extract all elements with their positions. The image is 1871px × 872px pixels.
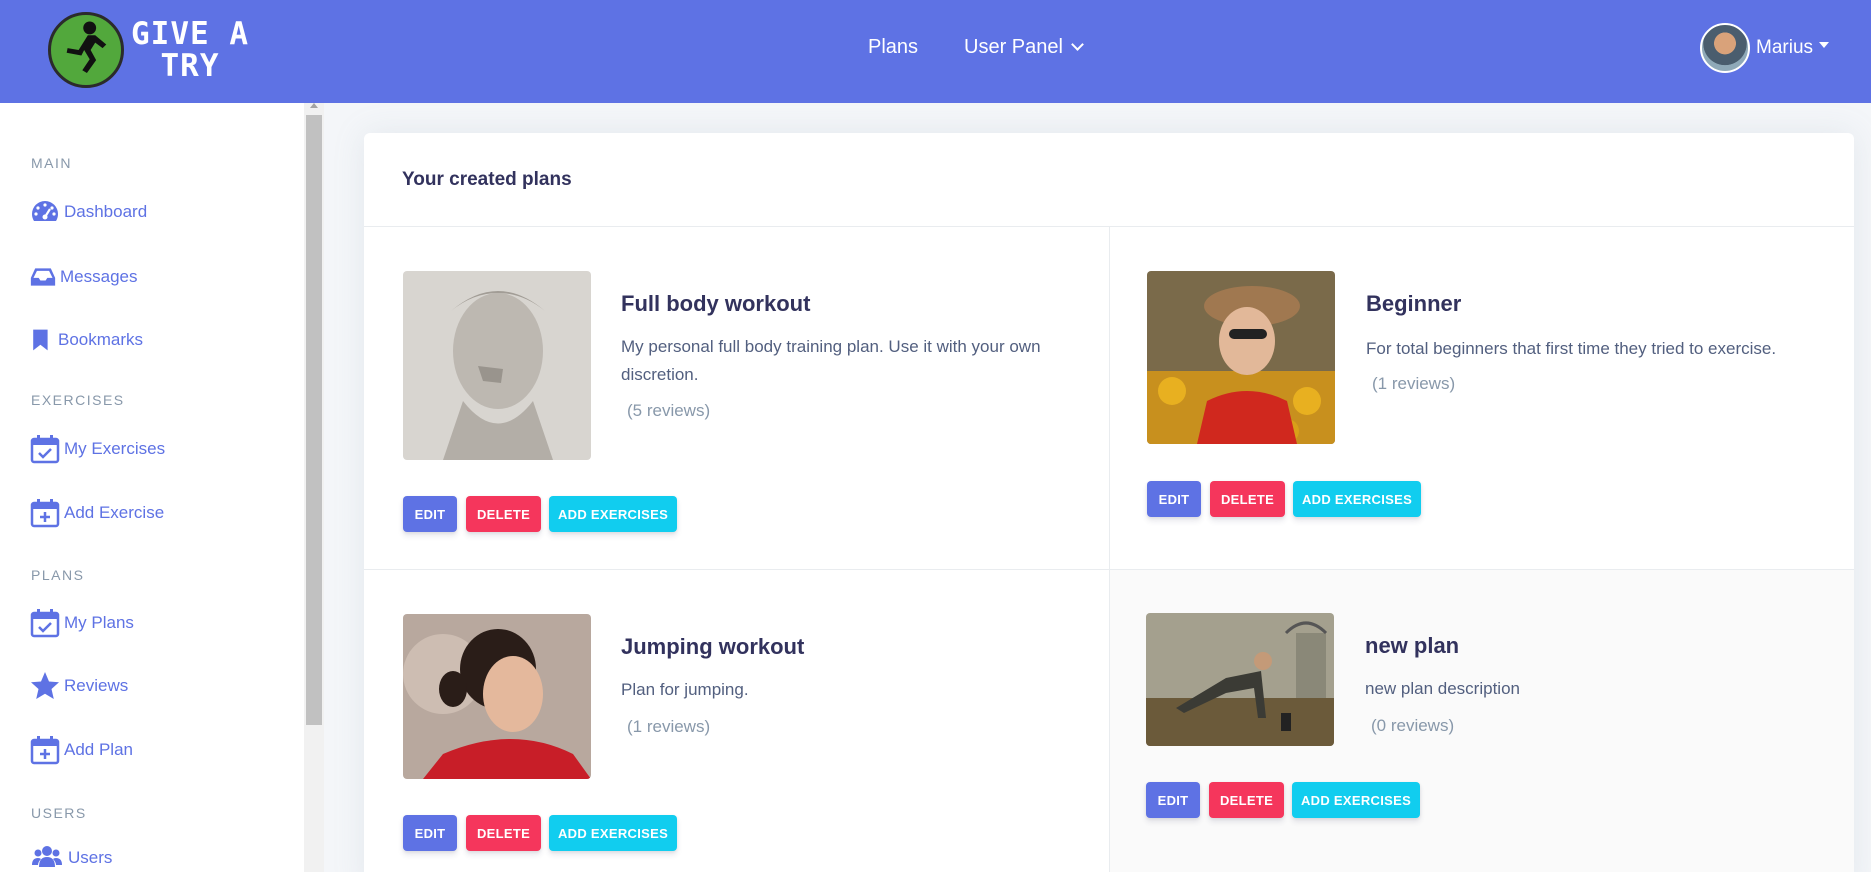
- sidebar-item-label: Dashboard: [64, 202, 148, 221]
- column-divider: [1109, 227, 1110, 872]
- plan-reviews-count: (1 reviews): [627, 717, 711, 736]
- sidebar-item-my-plans[interactable]: My Plans: [30, 608, 134, 638]
- sidebar-item-messages[interactable]: Messages: [30, 262, 137, 292]
- plan-title[interactable]: Full body workout: [621, 291, 810, 317]
- plan-image-woman-sunflowers[interactable]: [1147, 271, 1335, 444]
- add-exercises-button[interactable]: ADD EXERCISES: [1292, 782, 1420, 818]
- avatar: [1700, 23, 1750, 73]
- calendar-check-icon: [30, 435, 60, 464]
- nav-user-panel-label: User Panel: [964, 36, 1063, 58]
- sidebar-item-label: My Plans: [64, 613, 134, 632]
- plan-reviews-count: (5 reviews): [627, 401, 711, 420]
- plan-title[interactable]: new plan: [1365, 633, 1459, 659]
- brand-logo-text[interactable]: GIVE A TRY: [130, 18, 250, 82]
- sidebar-item-label: My Exercises: [64, 439, 166, 458]
- plan-image-statue[interactable]: [403, 271, 591, 460]
- inbox-icon: [30, 268, 56, 286]
- edit-button[interactable]: EDIT: [1146, 782, 1200, 818]
- edit-button[interactable]: EDIT: [1147, 481, 1201, 517]
- plan-title[interactable]: Beginner: [1366, 291, 1461, 317]
- sidebar-item-users[interactable]: Users: [30, 843, 112, 872]
- delete-button[interactable]: DELETE: [1209, 782, 1284, 818]
- section-label-exercises: EXERCISES: [31, 392, 125, 408]
- edit-button[interactable]: EDIT: [403, 815, 457, 851]
- nav-plans-link[interactable]: Plans: [868, 36, 918, 59]
- sidebar-item-my-exercises[interactable]: My Exercises: [30, 434, 165, 464]
- edit-button[interactable]: EDIT: [403, 496, 457, 532]
- section-label-main: MAIN: [31, 155, 72, 171]
- add-exercises-button[interactable]: ADD EXERCISES: [549, 815, 677, 851]
- users-icon: [32, 846, 62, 867]
- plan-image-woman-portrait[interactable]: [403, 614, 591, 779]
- sidebar-item-label: Add Plan: [64, 740, 133, 759]
- add-exercises-button[interactable]: ADD EXERCISES: [1293, 481, 1421, 517]
- plan-reviews-count: (0 reviews): [1371, 716, 1455, 735]
- card-header: [364, 133, 1854, 227]
- calendar-check-icon: [30, 609, 60, 638]
- row-divider: [364, 569, 1854, 570]
- delete-button[interactable]: DELETE: [466, 815, 541, 851]
- bookmark-icon: [33, 329, 48, 351]
- add-exercises-button[interactable]: ADD EXERCISES: [549, 496, 677, 532]
- sidebar-item-label: Reviews: [64, 676, 129, 695]
- chevron-down-icon: [1071, 38, 1084, 51]
- sidebar-item-label: Bookmarks: [58, 330, 144, 349]
- calendar-plus-icon: [30, 499, 60, 528]
- plan-description: For total beginners that first time they…: [1366, 339, 1777, 358]
- user-menu-dropdown[interactable]: Marius: [1700, 22, 1830, 74]
- top-navbar: [0, 0, 1871, 103]
- sidebar-item-add-plan[interactable]: Add Plan: [30, 735, 133, 765]
- section-label-plans: PLANS: [31, 567, 85, 583]
- plan-title[interactable]: Jumping workout: [621, 634, 804, 660]
- sidebar-scrollbar-thumb[interactable]: [306, 115, 322, 725]
- calendar-plus-icon: [30, 736, 60, 765]
- plan-image-man-pushup[interactable]: [1146, 613, 1334, 746]
- plan-reviews-count: (1 reviews): [1372, 374, 1456, 393]
- sidebar-item-bookmarks[interactable]: Bookmarks: [30, 325, 143, 355]
- star-icon: [31, 672, 59, 699]
- sidebar-item-label: Users: [68, 848, 113, 867]
- scroll-up-arrow-icon[interactable]: [310, 103, 318, 108]
- page-title: Your created plans: [402, 169, 572, 190]
- sidebar-item-reviews[interactable]: Reviews: [30, 671, 128, 701]
- sidebar-item-label: Messages: [60, 267, 138, 286]
- sidebar-item-dashboard[interactable]: Dashboard: [30, 197, 147, 227]
- nav-user-panel-dropdown[interactable]: User Panel: [964, 36, 1084, 59]
- delete-button[interactable]: DELETE: [1210, 481, 1285, 517]
- sidebar-item-label: Add Exercise: [64, 503, 165, 522]
- plan-description: new plan description: [1365, 679, 1520, 698]
- caret-down-icon: [1819, 42, 1830, 48]
- user-name: Marius: [1756, 37, 1814, 58]
- runner-logo-icon[interactable]: [48, 12, 124, 88]
- plan-description: My personal full body training plan. Use…: [621, 337, 1041, 384]
- plan-description: Plan for jumping.: [621, 680, 749, 699]
- dashboard-icon: [31, 201, 59, 221]
- sidebar-item-add-exercise[interactable]: Add Exercise: [30, 498, 164, 528]
- section-label-users: USERS: [31, 805, 87, 821]
- delete-button[interactable]: DELETE: [466, 496, 541, 532]
